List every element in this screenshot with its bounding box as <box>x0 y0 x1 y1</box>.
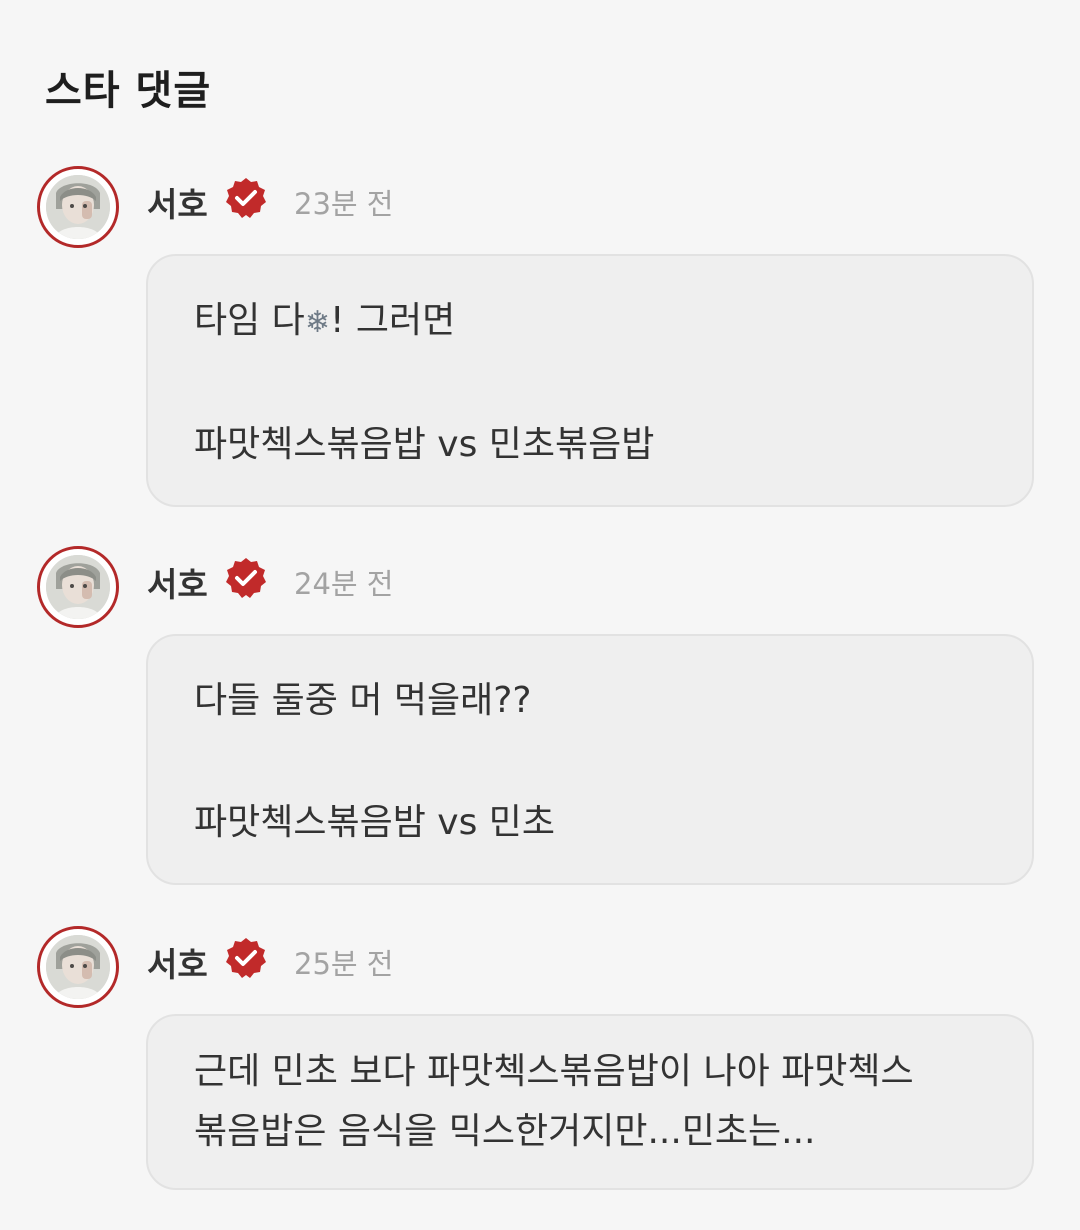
avatar-photo <box>46 555 110 619</box>
comment-timestamp: 25분 전 <box>294 947 394 981</box>
comment-paragraph: 다들 둘중 머 먹을래?? <box>194 680 532 721</box>
author-name[interactable]: 서호 <box>147 938 208 986</box>
comment-header: 서호 23분 전 <box>0 166 1080 252</box>
comment-text: ! 그러면 <box>329 300 456 341</box>
comment-paragraph: 타임 다❄! 그러면 <box>194 291 986 353</box>
avatar[interactable] <box>37 166 119 248</box>
comment-line: 근데 민초 보다 파맛첵스볶음밥이 나아 파맛첵스 <box>194 1051 914 1092</box>
author-name[interactable]: 서호 <box>147 178 208 226</box>
verified-badge-icon <box>224 176 268 220</box>
snowflake-icon: ❄ <box>304 305 330 340</box>
avatar-photo <box>46 175 110 239</box>
avatar[interactable] <box>37 546 119 628</box>
author-name[interactable]: 서호 <box>147 558 208 606</box>
avatar[interactable] <box>37 926 119 1008</box>
comment-timestamp: 24분 전 <box>294 567 394 601</box>
section-title: 스타 댓글 <box>45 68 212 114</box>
comment-paragraph: 파맛첵스볶음밥 vs 민초볶음밥 <box>194 424 655 465</box>
comment-header: 서호 24분 전 <box>0 546 1080 632</box>
comment-timestamp: 23분 전 <box>294 187 394 221</box>
avatar-photo <box>46 935 110 999</box>
comment-bubble: 다들 둘중 머 먹을래?? 파맛첵스볶음밤 vs 민초 <box>146 634 1034 885</box>
comment-text: 타임 다 <box>194 300 305 341</box>
comment-paragraph: 파맛첵스볶음밤 vs 민초 <box>194 802 556 843</box>
verified-badge-icon <box>224 556 268 600</box>
comment-line: 볶음밥은 음식을 믹스한거지만...민초는... <box>194 1111 816 1152</box>
comment-bubble: 근데 민초 보다 파맛첵스볶음밥이 나아 파맛첵스 볶음밥은 음식을 믹스한거지… <box>146 1014 1034 1190</box>
comment-header: 서호 25분 전 <box>0 926 1080 1012</box>
verified-badge-icon <box>224 936 268 980</box>
comment-bubble: 타임 다❄! 그러면 파맛첵스볶음밥 vs 민초볶음밥 <box>146 254 1034 507</box>
